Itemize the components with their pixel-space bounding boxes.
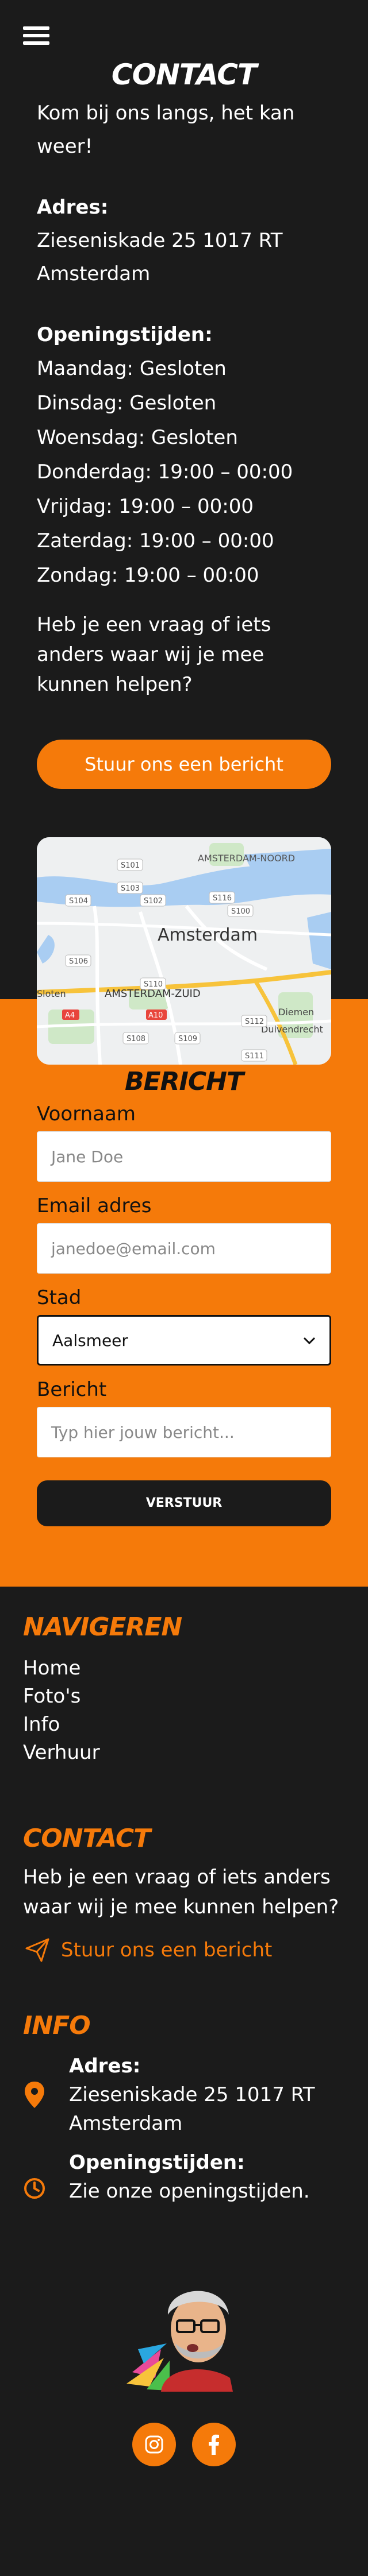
footer-contact-title: CONTACT <box>23 1824 151 1853</box>
road-label: S112 <box>245 1018 264 1026</box>
footer-nav-home[interactable]: Home <box>23 1654 345 1682</box>
footer-hours-text: Zie onze openingstijden. <box>69 2180 310 2203</box>
footer-nav-rental[interactable]: Verhuur <box>23 1739 345 1767</box>
map-label-duivendrecht: Duivendrecht <box>261 1024 323 1035</box>
facebook-icon[interactable] <box>192 2423 236 2466</box>
road-label: A10 <box>148 1011 163 1020</box>
footer-address: Adres: Zieseniskade 25 1017 RT Amsterdam <box>23 2052 345 2138</box>
question-text: Heb je een vraag of iets anders waar wij… <box>37 613 271 696</box>
page: CONTACT Kom bij ons langs, het kan weer!… <box>0 0 368 2576</box>
road-label: S101 <box>121 861 140 870</box>
road-label: S103 <box>121 884 140 893</box>
road-label: S108 <box>126 1035 145 1043</box>
social-links <box>23 2423 345 2466</box>
footer-send-message-label: Stuur ons een bericht <box>61 1939 273 1962</box>
message-form: STUUR ONS EEN BERICHT Voornaam Jane Doe … <box>0 999 368 1587</box>
footer-address-line: Zieseniskade 25 1017 RT <box>69 2083 315 2106</box>
hours-item: Zaterdag: 19:00 – 00:00 <box>37 529 274 552</box>
map-label-noord: AMSTERDAM-NOORD <box>198 853 295 864</box>
chevron-down-icon <box>303 1332 316 1349</box>
hours-item: Maandag: Gesloten <box>37 357 227 380</box>
first-name-label: Voornaam <box>37 1103 136 1125</box>
email-label: Email adres <box>37 1194 152 1217</box>
paper-plane-icon <box>23 1936 52 1964</box>
map-pin-icon <box>23 2052 46 2138</box>
footer-contact: CONTACT Heb je een vraag of iets anders … <box>23 1823 345 1964</box>
map-label-sloten: Sloten <box>37 988 66 999</box>
footer: NAVIGEREN Home Foto's Info Verhuur CONTA… <box>0 1587 368 2466</box>
address-line: Amsterdam <box>37 262 151 285</box>
footer-info-title: INFO <box>23 2011 91 2040</box>
road-label: S102 <box>144 897 163 906</box>
city-label: Stad <box>37 1286 82 1309</box>
road-label: S104 <box>69 897 88 906</box>
footer-nav: NAVIGEREN Home Foto's Info Verhuur <box>23 1587 345 1767</box>
clock-icon <box>23 2148 46 2206</box>
road-label: S109 <box>178 1035 197 1043</box>
hours-label: Openingstijden: <box>37 323 213 346</box>
footer-address-line: Amsterdam <box>69 2112 183 2135</box>
footer-nav-info[interactable]: Info <box>23 1711 345 1739</box>
mascot-logo <box>126 2291 233 2392</box>
instagram-icon[interactable] <box>132 2423 176 2466</box>
message-label: Bericht <box>37 1378 107 1401</box>
map-label-diemen: Diemen <box>278 1007 314 1018</box>
footer-send-message-link[interactable]: Stuur ons een bericht <box>23 1936 345 1964</box>
footer-hours: Openingstijden: Zie onze openingstijden. <box>23 2148 345 2206</box>
footer-nav-list: Home Foto's Info Verhuur <box>23 1654 345 1767</box>
road-label: S116 <box>213 894 232 903</box>
footer-hours-label: Openingstijden: <box>69 2151 245 2174</box>
message-input[interactable]: Typ hier jouw bericht... <box>37 1407 331 1457</box>
send-message-button[interactable]: Stuur ons een bericht <box>37 740 331 789</box>
hours-item: Vrijdag: 19:00 – 00:00 <box>37 495 254 518</box>
first-name-input[interactable]: Jane Doe <box>37 1131 331 1182</box>
location-map[interactable]: AMSTERDAM-NOORD Amsterdam AMSTERDAM-ZUID… <box>37 837 331 1065</box>
footer-nav-title: NAVIGEREN <box>23 1612 182 1642</box>
hours-list: Maandag: Gesloten Dinsdag: Gesloten Woen… <box>37 351 331 593</box>
footer-contact-text: Heb je een vraag of iets anders waar wij… <box>23 1866 339 1919</box>
address-line: Zieseniskade 25 1017 RT <box>37 229 283 252</box>
page-title: CONTACT <box>111 58 257 91</box>
road-label: S110 <box>144 980 163 989</box>
intro-text: Kom bij ons langs, het kan weer! <box>37 102 295 158</box>
road-label: A4 <box>65 1011 75 1020</box>
submit-button[interactable]: VERSTUUR <box>37 1480 331 1526</box>
road-label: S106 <box>69 957 88 966</box>
contact-section: CONTACT Kom bij ons langs, het kan weer!… <box>0 0 368 1065</box>
hours-item: Dinsdag: Gesloten <box>37 392 217 415</box>
map-city-label: Amsterdam <box>158 925 258 945</box>
hours-item: Woensdag: Gesloten <box>37 426 238 449</box>
map-graphic: AMSTERDAM-NOORD Amsterdam AMSTERDAM-ZUID… <box>37 837 331 1065</box>
road-label: S100 <box>231 907 250 916</box>
city-select-value: Aalsmeer <box>52 1330 128 1350</box>
email-input[interactable]: janedoe@email.com <box>37 1223 331 1274</box>
road-label: S111 <box>245 1052 264 1061</box>
city-select[interactable]: Aalsmeer <box>37 1315 331 1366</box>
hamburger-icon[interactable] <box>23 26 49 49</box>
hours-item: Donderdag: 19:00 – 00:00 <box>37 461 293 484</box>
footer-nav-photos[interactable]: Foto's <box>23 1682 345 1711</box>
footer-info: INFO Adres: Zieseniskade 25 1017 RT Amst… <box>23 2010 345 2206</box>
hours-item: Zondag: 19:00 – 00:00 <box>37 564 259 587</box>
address-label: Adres: <box>37 196 109 219</box>
footer-address-label: Adres: <box>69 2055 141 2078</box>
